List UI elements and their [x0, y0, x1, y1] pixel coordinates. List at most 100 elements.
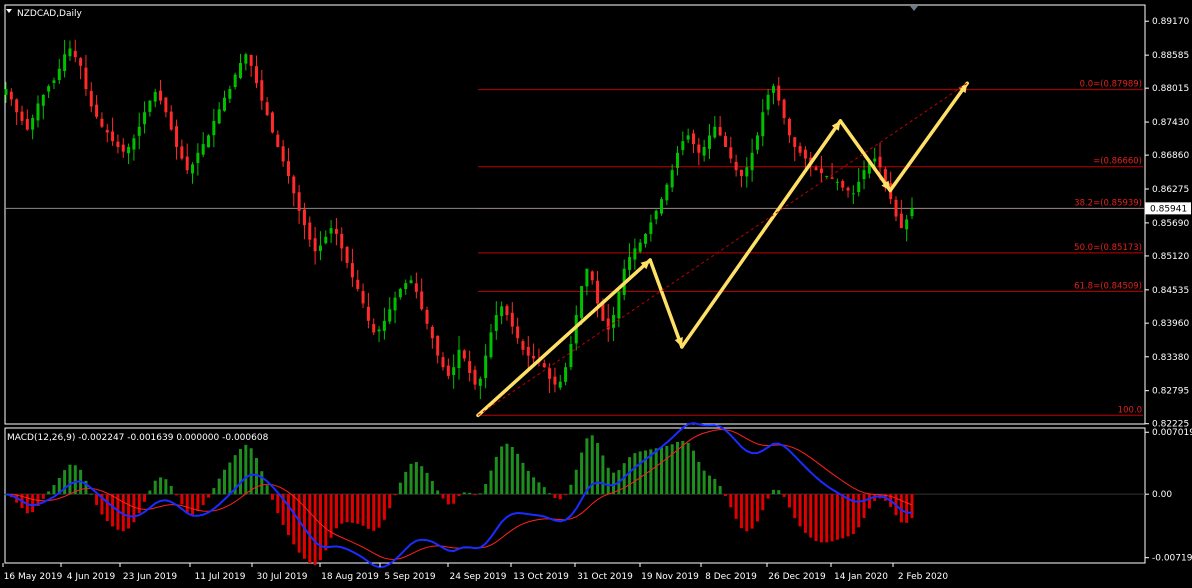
macd-histogram-bar	[596, 443, 600, 495]
candle-body	[505, 305, 509, 316]
candle-body	[446, 365, 450, 376]
macd-histogram-bar	[377, 494, 381, 528]
macd-histogram-bar	[68, 464, 72, 495]
candle-body	[436, 335, 440, 356]
time-tick-label: 5 Sep 2019	[384, 572, 436, 582]
candle-body	[548, 368, 552, 379]
time-tick-label: 31 Oct 2019	[577, 572, 633, 582]
fib-level-label: 38.2=(0.85939)	[1074, 198, 1142, 208]
candle-body	[516, 326, 520, 339]
macd-histogram-bar	[489, 470, 493, 495]
macd-histogram-bar	[260, 471, 264, 495]
candle-body	[835, 181, 839, 183]
candlestick-series	[4, 39, 914, 400]
candle-body	[31, 118, 35, 130]
candle-body	[649, 222, 653, 234]
candle-body	[798, 146, 802, 153]
macd-histogram-bar	[132, 494, 136, 523]
macd-histogram-bar	[446, 494, 450, 505]
macd-histogram-bar	[857, 494, 861, 528]
fib-anchor-line	[477, 82, 968, 416]
macd-histogram-bar	[681, 440, 685, 495]
macd-histogram-bar	[270, 494, 274, 500]
macd-histogram-bar	[201, 494, 205, 505]
candle-body	[388, 309, 392, 322]
candle-body	[350, 263, 354, 278]
candle-body	[857, 181, 861, 193]
macd-histogram-bar	[393, 494, 397, 496]
candle-body	[292, 176, 296, 194]
candle-body	[430, 326, 434, 339]
candle-body	[398, 288, 402, 298]
candle-body	[345, 246, 349, 263]
candle-body	[846, 187, 850, 191]
candle-body	[9, 91, 13, 100]
time-tick-label: 8 Dec 2019	[705, 572, 757, 582]
macd-histogram-bar	[814, 494, 818, 542]
macd-histogram-bar	[324, 494, 328, 551]
macd-histogram-bar	[388, 494, 392, 509]
macd-histogram-bar	[398, 482, 402, 495]
candle-body	[457, 349, 461, 369]
macd-histogram-bar	[484, 484, 488, 495]
dropdown-triangle-icon[interactable]	[6, 9, 12, 13]
time-tick-label: 26 Dec 2019	[768, 572, 826, 582]
candle-body	[15, 99, 19, 113]
candle-body	[660, 199, 664, 214]
candle-body	[500, 306, 504, 317]
macd-histogram-bar	[558, 494, 562, 500]
macd-histogram-bar	[47, 491, 51, 495]
candle-body	[47, 86, 51, 92]
candle-body	[308, 222, 312, 240]
candle-body	[750, 152, 754, 171]
candle-body	[793, 137, 797, 147]
candle-body	[366, 306, 370, 321]
candle-body	[569, 344, 573, 368]
macd-histogram-bar	[846, 494, 850, 537]
macd-histogram-bar	[707, 475, 711, 495]
candle-body	[777, 85, 781, 101]
candle-body	[596, 280, 600, 304]
trend-arrow-segment	[476, 258, 652, 418]
macd-histogram-bar	[564, 494, 568, 496]
time-axis: 16 May 2019 4 Jun 2019 23 Jun 2019 11 Jul 2…	[2, 563, 948, 582]
price-chart-canvas[interactable]: 0.0=(0.87989) =(0.86660) 38.2=(0.85939) 50.…	[0, 0, 1192, 588]
trend-arrow-segment	[838, 119, 892, 193]
candle-body	[425, 309, 429, 324]
macd-histogram-bar	[345, 494, 349, 523]
scroll-marker-icon[interactable]	[910, 6, 918, 11]
candle-body	[441, 357, 445, 368]
candle-body	[260, 80, 264, 101]
macd-histogram-bar	[180, 494, 184, 505]
trend-arrow-segment	[888, 81, 969, 193]
candle-body	[489, 332, 493, 358]
macd-histogram-bar	[819, 494, 823, 543]
macd-histogram-bar	[739, 494, 743, 529]
candle-body	[265, 102, 269, 116]
candle-body	[297, 192, 301, 211]
price-tick-label: 0.86275	[1152, 185, 1189, 195]
candle-body	[201, 144, 205, 155]
candle-body	[254, 66, 258, 84]
candle-body	[755, 135, 759, 150]
candle-body	[414, 283, 418, 292]
macd-histogram-bar	[574, 469, 578, 495]
candle-body	[52, 80, 56, 83]
macd-histogram-bar	[521, 462, 525, 495]
chart-window[interactable]: 0.0=(0.87989) =(0.86660) 38.2=(0.85939) 50.…	[0, 0, 1192, 588]
macd-histogram-bar	[127, 494, 131, 529]
macd-histogram-bar	[89, 493, 93, 495]
candle-body	[564, 367, 568, 382]
time-tick-label: 23 Jun 2019	[123, 572, 177, 582]
macd-histogram-bar	[196, 494, 200, 511]
candle-body	[729, 147, 733, 159]
candle-body	[580, 286, 584, 318]
macd-histogram-bar	[606, 467, 610, 495]
candle-body	[121, 144, 125, 152]
time-tick-label: 14 Jan 2020	[834, 572, 888, 582]
macd-histogram-bar	[95, 494, 99, 505]
candle-body	[318, 245, 322, 251]
candle-body	[707, 135, 711, 149]
candle-body	[377, 329, 381, 332]
candle-body	[116, 141, 120, 147]
